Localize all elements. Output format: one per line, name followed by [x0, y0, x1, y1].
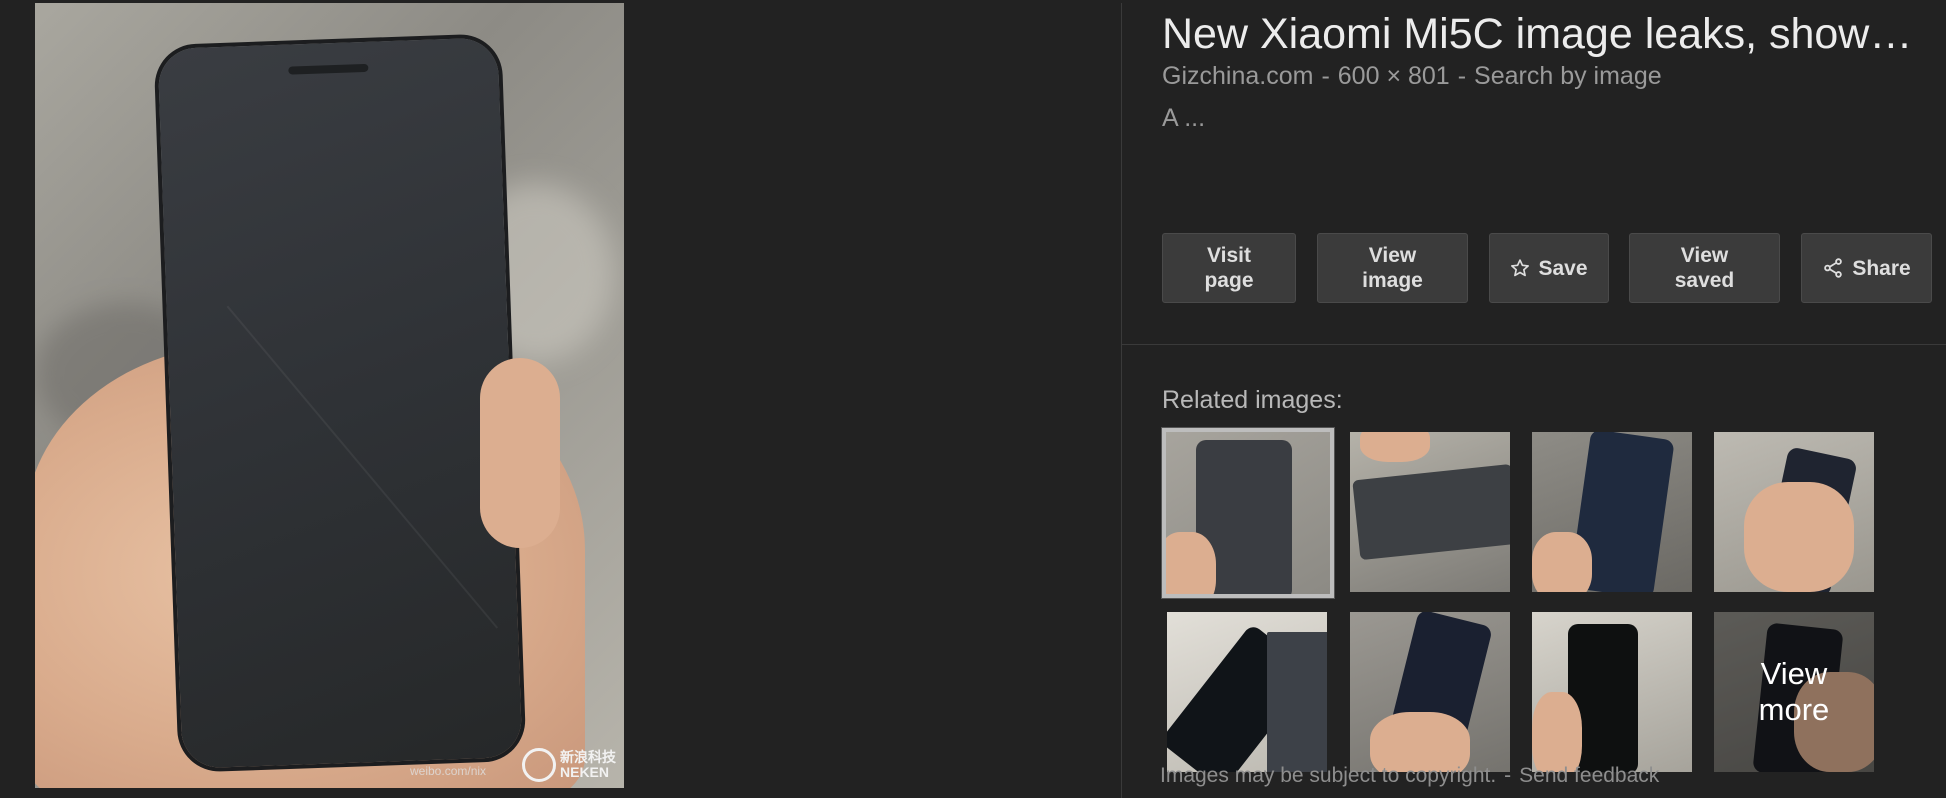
- view-image-button[interactable]: View image: [1317, 233, 1468, 303]
- view-more-label: View more: [1758, 656, 1830, 727]
- thumb-hand: [1744, 482, 1854, 592]
- main-preview-image[interactable]: weibo.com/nix 新浪科技 NEKEN: [35, 3, 624, 788]
- watermark-text: 新浪科技 NEKEN: [560, 750, 616, 780]
- thumb-hand: [1532, 692, 1582, 772]
- image-viewer-panel: weibo.com/nix 新浪科技 NEKEN New Xiaomi Mi5C…: [0, 0, 1946, 798]
- visit-page-label: Visit page: [1204, 244, 1254, 292]
- view-more-overlay[interactable]: View more: [1714, 612, 1874, 772]
- related-thumbnail[interactable]: [1161, 427, 1335, 599]
- search-by-image-link[interactable]: Search by image: [1474, 62, 1662, 90]
- footer: Images may be subject to copyright. - Send…: [1160, 764, 1659, 788]
- save-label: Save: [1538, 256, 1588, 280]
- result-description: A ...: [1162, 104, 1206, 132]
- horizontal-divider: [1122, 344, 1946, 345]
- thumb-hand: [1370, 712, 1470, 772]
- thumb-hand: [1166, 532, 1216, 594]
- related-thumbnail[interactable]: [1532, 612, 1692, 772]
- star-outline-icon: [1511, 259, 1530, 277]
- weibo-logo-icon: [522, 748, 556, 782]
- view-image-label: View image: [1362, 244, 1423, 292]
- visit-page-button[interactable]: Visit page: [1162, 233, 1296, 303]
- view-saved-label: View saved: [1674, 244, 1735, 292]
- related-thumbnail[interactable]: [1714, 432, 1874, 592]
- thumb-phone: [1352, 463, 1510, 561]
- related-thumbnail[interactable]: [1167, 612, 1327, 772]
- watermark: 新浪科技 NEKEN: [522, 748, 616, 782]
- result-meta: Gizchina.com -600 × 801- Search by image: [1162, 60, 1662, 92]
- thumb-hand: [1532, 532, 1592, 592]
- watermark-brand-sub: NEKEN: [560, 764, 610, 780]
- image-phone: [157, 37, 523, 769]
- share-button[interactable]: Share: [1801, 233, 1932, 303]
- source-link[interactable]: Gizchina.com: [1162, 62, 1313, 90]
- share-nodes-icon: [1824, 258, 1843, 278]
- result-title[interactable]: New Xiaomi Mi5C image leaks, show…: [1162, 8, 1942, 60]
- footer-separator: -: [1504, 764, 1512, 787]
- view-saved-button[interactable]: View saved: [1629, 233, 1780, 303]
- send-feedback-link[interactable]: Send feedback: [1519, 764, 1659, 787]
- meta-separator: -: [1321, 62, 1330, 90]
- thumb-hand: [1360, 432, 1430, 462]
- vertical-divider: [1121, 3, 1122, 798]
- view-more-thumbnail[interactable]: View more: [1714, 612, 1874, 772]
- related-thumbnail[interactable]: [1350, 612, 1510, 772]
- related-thumbnail[interactable]: [1350, 432, 1510, 592]
- watermark-url: weibo.com/nix: [410, 764, 487, 778]
- thumb-sheet: [1267, 632, 1327, 772]
- meta-separator: -: [1457, 62, 1467, 90]
- share-label: Share: [1852, 256, 1911, 280]
- image-dimensions: 600 × 801: [1337, 62, 1450, 90]
- copyright-notice: Images may be subject to copyright.: [1160, 764, 1497, 787]
- watermark-brand: 新浪科技: [560, 749, 616, 765]
- related-thumbnail[interactable]: [1532, 432, 1692, 592]
- related-images-label: Related images:: [1162, 386, 1343, 414]
- save-button[interactable]: Save: [1489, 233, 1609, 303]
- image-phone-reflection: [226, 305, 499, 629]
- image-finger: [480, 358, 560, 548]
- image-phone-speaker: [288, 63, 369, 75]
